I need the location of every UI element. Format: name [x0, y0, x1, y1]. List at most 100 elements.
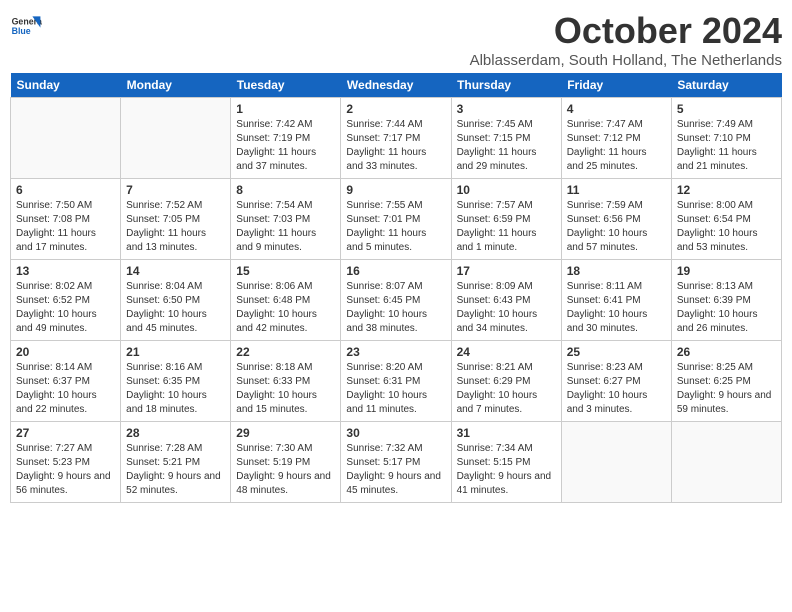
- day-info: Sunrise: 8:23 AM Sunset: 6:27 PM Dayligh…: [567, 361, 666, 417]
- weekday-header: Monday: [121, 73, 231, 98]
- day-info: Sunrise: 8:06 AM Sunset: 6:48 PM Dayligh…: [236, 280, 335, 336]
- calendar-cell: 24 Sunrise: 8:21 AM Sunset: 6:29 PM Dayli…: [451, 341, 561, 422]
- weekday-header: Friday: [561, 73, 671, 98]
- day-number: 23: [346, 345, 445, 359]
- day-number: 15: [236, 264, 335, 278]
- day-info: Sunrise: 8:00 AM Sunset: 6:54 PM Dayligh…: [677, 199, 776, 255]
- calendar-cell: 30 Sunrise: 7:32 AM Sunset: 5:17 PM Dayli…: [341, 422, 451, 503]
- day-info: Sunrise: 7:28 AM Sunset: 5:21 PM Dayligh…: [126, 442, 225, 498]
- day-info: Sunrise: 7:44 AM Sunset: 7:17 PM Dayligh…: [346, 118, 445, 174]
- calendar-cell: 28 Sunrise: 7:28 AM Sunset: 5:21 PM Dayli…: [121, 422, 231, 503]
- calendar-cell: 19 Sunrise: 8:13 AM Sunset: 6:39 PM Dayli…: [671, 260, 781, 341]
- day-number: 24: [457, 345, 556, 359]
- calendar-week-row: 1Sunrise: 7:42 AM Sunset: 7:19 PM Daylig…: [11, 98, 782, 179]
- logo: General Blue: [10, 10, 42, 42]
- calendar-cell: 18 Sunrise: 8:11 AM Sunset: 6:41 PM Dayli…: [561, 260, 671, 341]
- calendar-cell: 17 Sunrise: 8:09 AM Sunset: 6:43 PM Dayli…: [451, 260, 561, 341]
- weekday-header: Wednesday: [341, 73, 451, 98]
- day-number: 7: [126, 183, 225, 197]
- day-number: 4: [567, 102, 666, 116]
- calendar-cell: 22 Sunrise: 8:18 AM Sunset: 6:33 PM Dayli…: [231, 341, 341, 422]
- calendar-cell: 14 Sunrise: 8:04 AM Sunset: 6:50 PM Dayli…: [121, 260, 231, 341]
- day-number: 19: [677, 264, 776, 278]
- day-info: Sunrise: 8:13 AM Sunset: 6:39 PM Dayligh…: [677, 280, 776, 336]
- day-number: 26: [677, 345, 776, 359]
- day-info: Sunrise: 7:42 AM Sunset: 7:19 PM Dayligh…: [236, 118, 335, 174]
- day-info: Sunrise: 7:59 AM Sunset: 6:56 PM Dayligh…: [567, 199, 666, 255]
- calendar-cell: [561, 422, 671, 503]
- day-number: 10: [457, 183, 556, 197]
- weekday-header: Thursday: [451, 73, 561, 98]
- calendar-cell: 13 Sunrise: 8:02 AM Sunset: 6:52 PM Dayli…: [11, 260, 121, 341]
- day-info: Sunrise: 8:04 AM Sunset: 6:50 PM Dayligh…: [126, 280, 225, 336]
- calendar-cell: 25 Sunrise: 8:23 AM Sunset: 6:27 PM Dayli…: [561, 341, 671, 422]
- day-info: Sunrise: 8:09 AM Sunset: 6:43 PM Dayligh…: [457, 280, 556, 336]
- weekday-header-row: SundayMondayTuesdayWednesdayThursdayFrid…: [11, 73, 782, 98]
- calendar-week-row: 20Sunrise: 8:14 AM Sunset: 6:37 PM Dayli…: [11, 341, 782, 422]
- weekday-header: Sunday: [11, 73, 121, 98]
- day-number: 25: [567, 345, 666, 359]
- day-number: 21: [126, 345, 225, 359]
- day-number: 8: [236, 183, 335, 197]
- day-number: 13: [16, 264, 115, 278]
- day-number: 31: [457, 426, 556, 440]
- calendar-cell: 16 Sunrise: 8:07 AM Sunset: 6:45 PM Dayli…: [341, 260, 451, 341]
- svg-text:Blue: Blue: [12, 26, 31, 36]
- calendar-cell: 31Sunrise: 7:34 AM Sunset: 5:15 PM Dayli…: [451, 422, 561, 503]
- weekday-header: Saturday: [671, 73, 781, 98]
- calendar-cell: 27Sunrise: 7:27 AM Sunset: 5:23 PM Dayli…: [11, 422, 121, 503]
- day-number: 30: [346, 426, 445, 440]
- day-info: Sunrise: 7:30 AM Sunset: 5:19 PM Dayligh…: [236, 442, 335, 498]
- day-info: Sunrise: 8:21 AM Sunset: 6:29 PM Dayligh…: [457, 361, 556, 417]
- day-info: Sunrise: 7:50 AM Sunset: 7:08 PM Dayligh…: [16, 199, 115, 255]
- calendar-cell: [121, 98, 231, 179]
- day-info: Sunrise: 8:07 AM Sunset: 6:45 PM Dayligh…: [346, 280, 445, 336]
- calendar-cell: 1Sunrise: 7:42 AM Sunset: 7:19 PM Daylig…: [231, 98, 341, 179]
- day-number: 27: [16, 426, 115, 440]
- day-info: Sunrise: 8:16 AM Sunset: 6:35 PM Dayligh…: [126, 361, 225, 417]
- day-number: 12: [677, 183, 776, 197]
- day-info: Sunrise: 8:20 AM Sunset: 6:31 PM Dayligh…: [346, 361, 445, 417]
- calendar-cell: 21 Sunrise: 8:16 AM Sunset: 6:35 PM Dayli…: [121, 341, 231, 422]
- calendar-cell: 6 Sunrise: 7:50 AM Sunset: 7:08 PM Daylig…: [11, 179, 121, 260]
- day-info: Sunrise: 7:32 AM Sunset: 5:17 PM Dayligh…: [346, 442, 445, 498]
- day-number: 16: [346, 264, 445, 278]
- day-info: Sunrise: 8:11 AM Sunset: 6:41 PM Dayligh…: [567, 280, 666, 336]
- day-info: Sunrise: 8:14 AM Sunset: 6:37 PM Dayligh…: [16, 361, 115, 417]
- page-header: General Blue October 2024 Alblasserdam, …: [10, 10, 782, 69]
- day-number: 11: [567, 183, 666, 197]
- day-info: Sunrise: 7:55 AM Sunset: 7:01 PM Dayligh…: [346, 199, 445, 255]
- calendar-cell: 26Sunrise: 8:25 AM Sunset: 6:25 PM Dayli…: [671, 341, 781, 422]
- day-number: 9: [346, 183, 445, 197]
- day-info: Sunrise: 7:47 AM Sunset: 7:12 PM Dayligh…: [567, 118, 666, 174]
- calendar-cell: [11, 98, 121, 179]
- calendar-cell: 10 Sunrise: 7:57 AM Sunset: 6:59 PM Dayli…: [451, 179, 561, 260]
- calendar-week-row: 6 Sunrise: 7:50 AM Sunset: 7:08 PM Daylig…: [11, 179, 782, 260]
- day-info: Sunrise: 7:52 AM Sunset: 7:05 PM Dayligh…: [126, 199, 225, 255]
- day-number: 28: [126, 426, 225, 440]
- calendar-cell: 7 Sunrise: 7:52 AM Sunset: 7:05 PM Daylig…: [121, 179, 231, 260]
- calendar-week-row: 13 Sunrise: 8:02 AM Sunset: 6:52 PM Dayli…: [11, 260, 782, 341]
- calendar-cell: 2 Sunrise: 7:44 AM Sunset: 7:17 PM Daylig…: [341, 98, 451, 179]
- day-number: 18: [567, 264, 666, 278]
- location: Alblasserdam, South Holland, The Netherl…: [470, 52, 782, 69]
- day-number: 2: [346, 102, 445, 116]
- day-info: Sunrise: 7:45 AM Sunset: 7:15 PM Dayligh…: [457, 118, 556, 174]
- day-info: Sunrise: 7:57 AM Sunset: 6:59 PM Dayligh…: [457, 199, 556, 255]
- day-number: 14: [126, 264, 225, 278]
- calendar-cell: 5Sunrise: 7:49 AM Sunset: 7:10 PM Daylig…: [671, 98, 781, 179]
- day-number: 3: [457, 102, 556, 116]
- day-number: 22: [236, 345, 335, 359]
- weekday-header: Tuesday: [231, 73, 341, 98]
- calendar-cell: 8Sunrise: 7:54 AM Sunset: 7:03 PM Daylig…: [231, 179, 341, 260]
- calendar-week-row: 27Sunrise: 7:27 AM Sunset: 5:23 PM Dayli…: [11, 422, 782, 503]
- title-section: October 2024 Alblasserdam, South Holland…: [470, 10, 782, 69]
- calendar-cell: 23 Sunrise: 8:20 AM Sunset: 6:31 PM Dayli…: [341, 341, 451, 422]
- day-number: 17: [457, 264, 556, 278]
- day-info: Sunrise: 8:02 AM Sunset: 6:52 PM Dayligh…: [16, 280, 115, 336]
- day-info: Sunrise: 7:49 AM Sunset: 7:10 PM Dayligh…: [677, 118, 776, 174]
- calendar-cell: 29Sunrise: 7:30 AM Sunset: 5:19 PM Dayli…: [231, 422, 341, 503]
- calendar-cell: 20Sunrise: 8:14 AM Sunset: 6:37 PM Dayli…: [11, 341, 121, 422]
- day-info: Sunrise: 8:18 AM Sunset: 6:33 PM Dayligh…: [236, 361, 335, 417]
- day-number: 6: [16, 183, 115, 197]
